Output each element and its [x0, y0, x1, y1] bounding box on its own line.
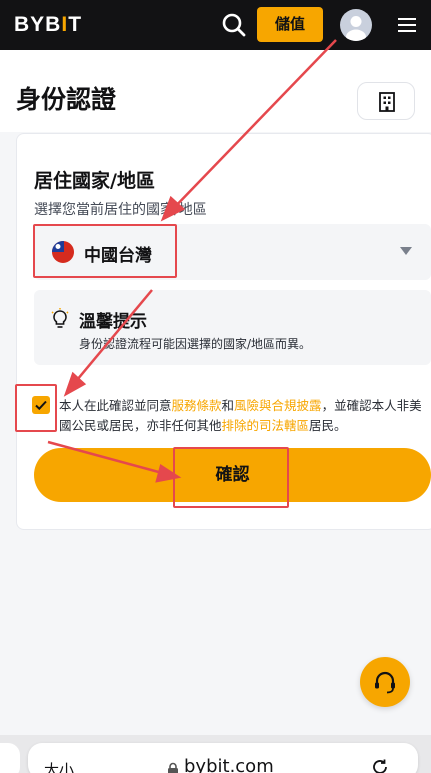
text-size-button[interactable]: 大小	[44, 759, 74, 773]
section-subtitle: 選擇您當前居住的國家/地區	[34, 202, 207, 218]
terms-link[interactable]: 服務條款	[172, 398, 222, 413]
section-title: 居住國家/地區	[34, 170, 155, 192]
headset-icon	[375, 671, 395, 694]
highlight-confirm-box	[173, 447, 289, 508]
deposit-button[interactable]: 儲值	[257, 7, 323, 42]
highlight-country-box	[33, 224, 177, 278]
lock-icon	[168, 762, 178, 773]
chevron-down-icon	[400, 247, 412, 255]
search-icon[interactable]	[220, 11, 248, 39]
building-icon	[379, 92, 395, 112]
browser-address-bar: 大小 bybit.com	[0, 735, 431, 773]
lightbulb-icon	[50, 308, 70, 330]
hamburger-icon[interactable]	[396, 14, 418, 36]
bybit-logo[interactable]: BYBIT	[14, 13, 82, 37]
page-title: 身份認證	[16, 85, 117, 114]
excluded-jurisdictions-link[interactable]: 排除的司法轄區	[222, 418, 310, 433]
avatar[interactable]	[340, 9, 372, 41]
tip-box: 溫馨提示 身份認證流程可能因選擇的國家/地區而異。	[34, 290, 431, 365]
url-text: bybit.com	[184, 756, 274, 773]
highlight-checkbox-box	[15, 384, 57, 432]
risk-disclosure-link[interactable]: 風險與合規披露	[234, 398, 322, 413]
business-verification-button[interactable]	[357, 82, 415, 120]
reload-icon[interactable]	[370, 757, 390, 773]
address-field[interactable]: 大小 bybit.com	[28, 743, 418, 773]
tip-body: 身份認證流程可能因選擇的國家/地區而異。	[79, 337, 312, 351]
tip-title: 溫馨提示	[79, 312, 147, 332]
browser-previous-tab[interactable]	[0, 743, 20, 773]
support-button[interactable]	[360, 657, 410, 707]
top-nav: BYBIT 儲值	[0, 0, 431, 50]
agreement-text: 本人在此確認並同意服務條款和風險與合規披露，並確認本人非美國公民或居民，亦非任何…	[59, 398, 422, 433]
